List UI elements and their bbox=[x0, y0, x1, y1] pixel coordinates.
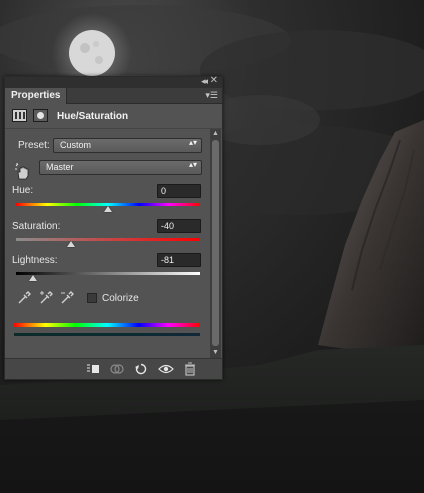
saturation-input[interactable]: -40 bbox=[157, 219, 201, 233]
output-spectrum-bar bbox=[14, 333, 200, 336]
adjustment-header: Hue/Saturation bbox=[5, 104, 222, 129]
trash-icon bbox=[185, 362, 195, 376]
reset-icon bbox=[135, 363, 147, 375]
view-previous-state-button[interactable] bbox=[109, 362, 125, 376]
panel-scrollbar[interactable]: ▲ ▼ bbox=[210, 129, 221, 358]
chevron-updown-icon: ▴▾ bbox=[188, 138, 197, 147]
lightness-label: Lightness: bbox=[12, 255, 58, 266]
clip-to-layer-icon bbox=[87, 364, 99, 373]
delete-button[interactable] bbox=[182, 362, 198, 376]
adjustment-title: Hue/Saturation bbox=[57, 111, 129, 122]
scroll-down-icon[interactable]: ▼ bbox=[210, 348, 221, 358]
layer-mask-icon[interactable] bbox=[33, 109, 48, 122]
eyedropper-minus-icon[interactable] bbox=[60, 291, 74, 305]
hue-slider-thumb[interactable] bbox=[104, 206, 112, 212]
preset-label: Preset: bbox=[18, 140, 50, 151]
colorize-label: Colorize bbox=[102, 293, 139, 304]
saturation-label: Saturation: bbox=[12, 221, 61, 232]
colorize-checkbox[interactable] bbox=[87, 293, 97, 303]
scroll-thumb[interactable] bbox=[212, 140, 219, 346]
lightness-slider-thumb[interactable] bbox=[29, 275, 38, 281]
eyedropper-plus-icon[interactable] bbox=[39, 291, 53, 305]
clip-to-layer-button[interactable] bbox=[85, 362, 101, 376]
hue-input[interactable]: 0 bbox=[157, 184, 201, 198]
channel-value: Master bbox=[46, 162, 74, 172]
input-spectrum-bar bbox=[14, 323, 200, 327]
panel-footer bbox=[5, 358, 222, 379]
lightness-input[interactable]: -81 bbox=[157, 253, 201, 267]
scroll-up-icon[interactable]: ▲ bbox=[210, 129, 221, 139]
reset-button[interactable] bbox=[133, 362, 149, 376]
tab-properties[interactable]: Properties bbox=[5, 88, 68, 104]
panel-tab-bar: Properties ▾☰ bbox=[5, 88, 222, 104]
properties-panel: ◂◂ ✕ Properties ▾☰ Hue/Saturation Preset… bbox=[4, 75, 223, 380]
panel-menu-icon[interactable]: ▾☰ bbox=[205, 90, 218, 101]
close-icon[interactable]: ✕ bbox=[210, 75, 218, 86]
chevron-updown-icon: ▴▾ bbox=[188, 160, 197, 169]
view-previous-state-icon bbox=[110, 364, 124, 374]
targeted-adjustment-hand-icon[interactable] bbox=[14, 163, 32, 181]
panel-title-bar[interactable]: ◂◂ ✕ bbox=[5, 75, 222, 88]
adjustment-layer-icon[interactable] bbox=[12, 109, 27, 122]
saturation-slider-thumb[interactable] bbox=[67, 241, 76, 247]
saturation-slider-track[interactable] bbox=[16, 238, 200, 241]
preset-value: Custom bbox=[60, 140, 92, 150]
collapse-icon[interactable]: ◂◂ bbox=[201, 76, 208, 87]
preset-dropdown[interactable]: Custom ▴▾ bbox=[53, 138, 202, 153]
eyedropper-icon[interactable] bbox=[17, 291, 31, 305]
toggle-visibility-button[interactable] bbox=[158, 362, 174, 376]
visibility-eye-icon bbox=[158, 364, 174, 374]
channel-dropdown[interactable]: Master ▴▾ bbox=[39, 160, 202, 175]
hue-label: Hue: bbox=[12, 185, 34, 196]
lightness-slider-track[interactable] bbox=[16, 272, 200, 275]
